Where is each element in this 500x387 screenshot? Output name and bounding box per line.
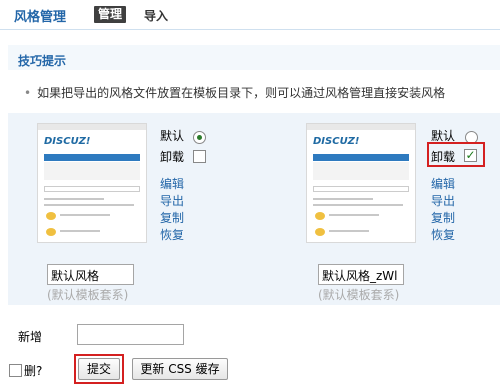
delete-checkbox[interactable] — [9, 364, 22, 377]
tips-bar — [8, 45, 500, 70]
new-style-label: 新增 — [18, 330, 43, 344]
default-label: 默认 — [160, 129, 185, 143]
tips-title: 技巧提示 — [18, 54, 67, 68]
header-divider — [0, 29, 500, 30]
export-link[interactable]: 导出 — [431, 192, 455, 209]
tips-text-content: 如果把导出的风格文件放置在模板目录下，则可以通过风格管理直接安装风格 — [37, 86, 446, 100]
refresh-css-cache-button[interactable]: 更新 CSS 缓存 — [132, 358, 228, 380]
copy-link[interactable]: 复制 — [431, 209, 455, 226]
uninstall-checkbox[interactable] — [193, 150, 206, 163]
discuz-logo: DISCUZ! — [313, 136, 360, 147]
tips-text: • 如果把导出的风格文件放置在模板目录下，则可以通过风格管理直接安装风格 — [24, 84, 445, 101]
uninstall-label: 卸载 — [160, 150, 185, 164]
page-title: 风格管理 — [14, 10, 67, 25]
discuz-logo: DISCUZ! — [44, 136, 91, 147]
restore-link[interactable]: 恢复 — [160, 226, 184, 243]
uninstall-checkbox[interactable]: ✓ — [464, 149, 477, 162]
style-name-input[interactable]: 默认风格 — [47, 264, 134, 285]
style-name-input[interactable]: 默认风格_zWl — [318, 264, 404, 285]
bullet-icon: • — [24, 86, 32, 100]
edit-link[interactable]: 编辑 — [431, 175, 455, 192]
export-link[interactable]: 导出 — [160, 192, 184, 209]
template-caption: (默认模板套系) — [318, 288, 400, 302]
tab-import[interactable]: 导入 — [144, 7, 168, 24]
submit-button[interactable]: 提交 — [78, 358, 120, 380]
delete-label: 删? — [24, 364, 43, 378]
style-thumbnail[interactable]: DISCUZ! — [306, 123, 416, 243]
restore-link[interactable]: 恢复 — [431, 226, 455, 243]
uninstall-label: 卸载 — [431, 150, 456, 164]
copy-link[interactable]: 复制 — [160, 209, 184, 226]
edit-link[interactable]: 编辑 — [160, 175, 184, 192]
default-radio[interactable] — [193, 131, 206, 144]
template-caption: (默认模板套系) — [47, 288, 129, 302]
new-style-input[interactable] — [77, 324, 184, 345]
style-thumbnail[interactable]: DISCUZ! — [37, 123, 147, 243]
tab-manage[interactable]: 管理 — [94, 6, 127, 23]
